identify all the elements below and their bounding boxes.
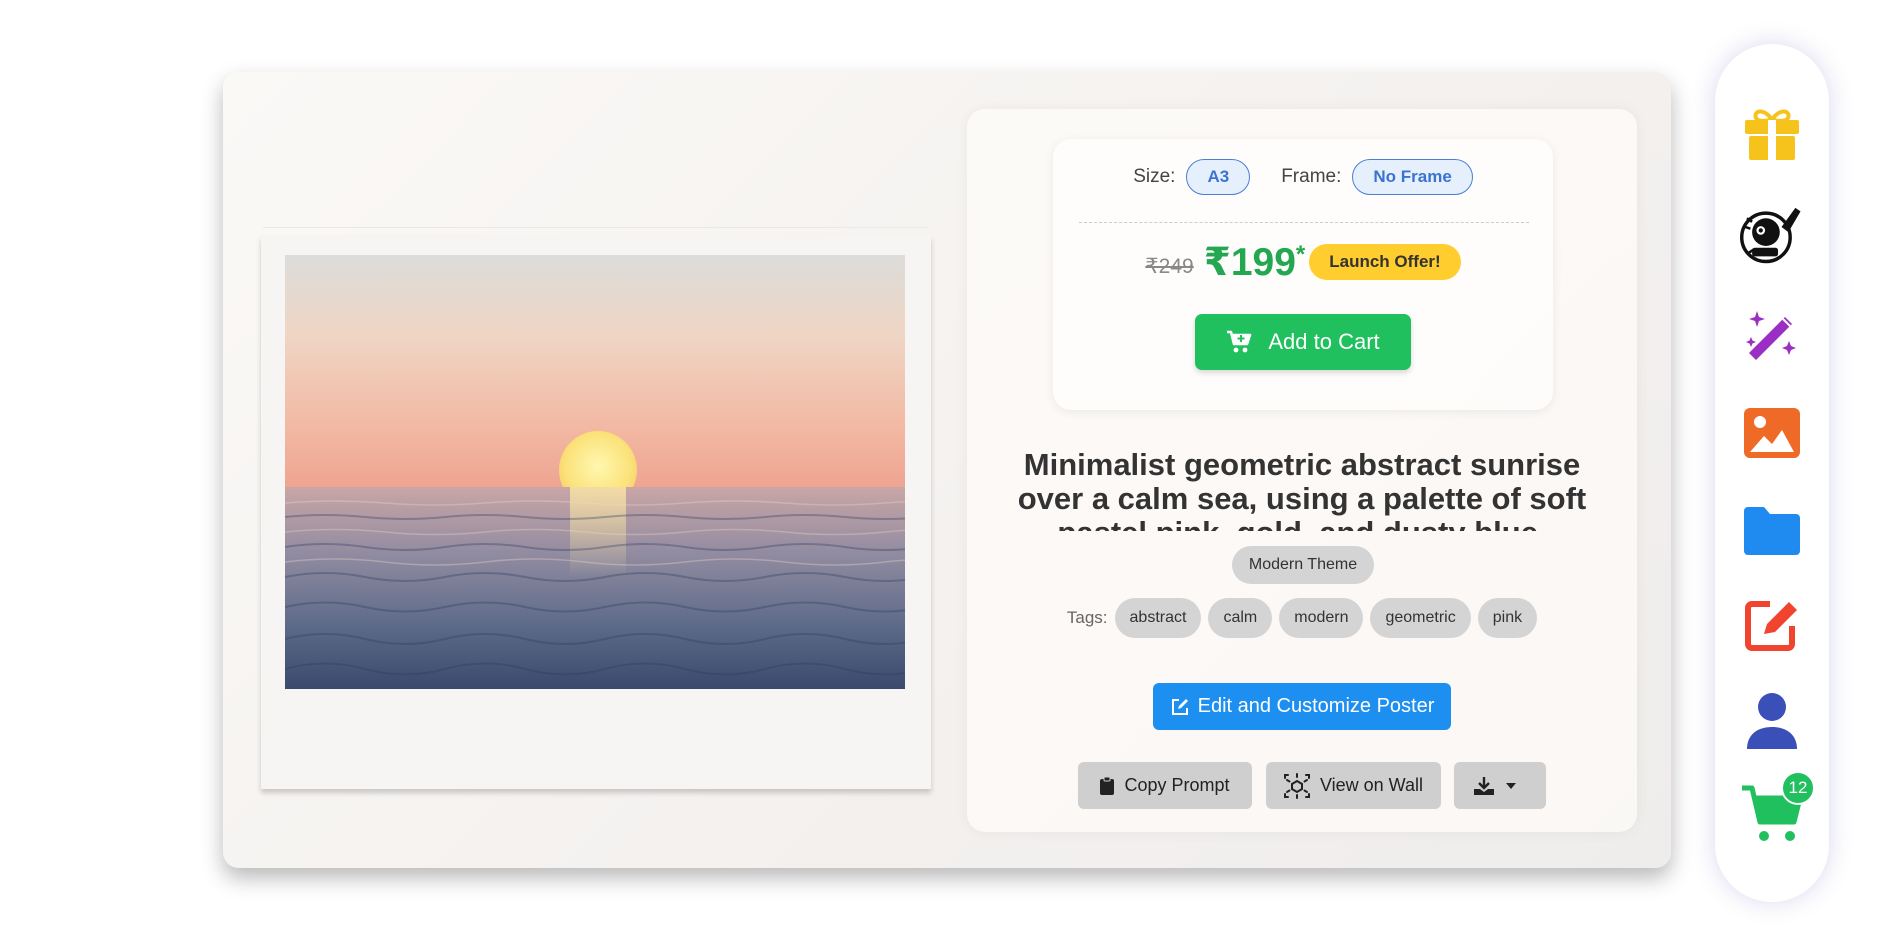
ar-cube-icon <box>1283 772 1310 799</box>
download-dropdown-button[interactable] <box>1454 762 1546 809</box>
sidebar: 12 <box>1715 44 1829 902</box>
view-on-wall-button[interactable]: View on Wall <box>1266 762 1441 809</box>
theme-badge[interactable]: Modern Theme <box>1232 546 1374 584</box>
tag-geometric[interactable]: geometric <box>1370 598 1471 638</box>
sidebar-item-folder[interactable] <box>1740 499 1804 563</box>
edit-customize-button[interactable]: Edit and Customize Poster <box>1153 683 1451 730</box>
product-details-panel: Size: A3 Frame: No Frame ₹249 ₹199 * Lau… <box>967 109 1637 832</box>
dashed-divider <box>1079 222 1529 223</box>
tag-modern[interactable]: modern <box>1279 598 1364 638</box>
product-card: Size: A3 Frame: No Frame ₹249 ₹199 * Lau… <box>223 72 1671 868</box>
size-label: Size: <box>1133 166 1176 187</box>
add-to-cart-button[interactable]: Add to Cart <box>1195 314 1411 370</box>
tags-row: Tags: abstract calm modern geometric pin… <box>967 598 1637 638</box>
tags-label: Tags: <box>1066 608 1108 627</box>
edit-icon <box>1745 601 1797 651</box>
robot-artist-icon <box>1740 207 1801 264</box>
price-row: ₹249 ₹199 * Launch Offer! <box>1053 237 1553 287</box>
size-chip[interactable]: A3 <box>1186 159 1251 195</box>
cart-count-badge: 12 <box>1781 771 1815 805</box>
tag-calm[interactable]: calm <box>1208 598 1273 638</box>
sidebar-item-gift[interactable] <box>1740 102 1804 166</box>
sidebar-item-user[interactable] <box>1740 689 1804 753</box>
gift-icon <box>1745 109 1799 160</box>
new-price: ₹199 <box>1203 240 1296 284</box>
tag-pink[interactable]: pink <box>1477 598 1538 638</box>
price-card: Size: A3 Frame: No Frame ₹249 ₹199 * Lau… <box>1053 139 1553 410</box>
caret-down-icon <box>1506 782 1516 789</box>
add-to-cart-label: Add to Cart <box>1268 329 1380 354</box>
divider <box>263 227 929 228</box>
options-row: Size: A3 Frame: No Frame <box>1053 159 1553 195</box>
magic-wand-icon <box>1746 311 1796 360</box>
poster-image[interactable] <box>285 255 905 689</box>
view-on-wall-label: View on Wall <box>1319 775 1424 795</box>
price-asterisk: * <box>1295 241 1306 268</box>
old-price: ₹249 <box>1145 254 1194 278</box>
edit-customize-label: Edit and Customize Poster <box>1197 695 1435 717</box>
clipboard-icon <box>1100 776 1115 795</box>
sidebar-item-magic-wand[interactable] <box>1740 304 1804 368</box>
download-icon <box>1474 776 1494 795</box>
folder-icon <box>1744 507 1800 555</box>
tag-abstract[interactable]: abstract <box>1114 598 1202 638</box>
sidebar-item-image[interactable] <box>1740 401 1804 465</box>
product-title: Minimalist geometric abstract sunrise ov… <box>1017 448 1587 531</box>
sunrise-sea-artwork <box>285 255 905 689</box>
frame-chip[interactable]: No Frame <box>1352 159 1473 195</box>
launch-offer-badge: Launch Offer! <box>1309 244 1461 280</box>
sidebar-item-robot-artist[interactable] <box>1740 201 1804 265</box>
sidebar-item-edit[interactable] <box>1740 592 1804 656</box>
cart-plus-icon <box>1227 330 1252 353</box>
user-icon <box>1747 693 1797 749</box>
edit-icon <box>1171 698 1188 715</box>
copy-prompt-label: Copy Prompt <box>1124 775 1230 795</box>
image-icon <box>1744 408 1800 458</box>
frame-label: Frame: <box>1281 166 1342 187</box>
copy-prompt-button[interactable]: Copy Prompt <box>1078 762 1252 809</box>
